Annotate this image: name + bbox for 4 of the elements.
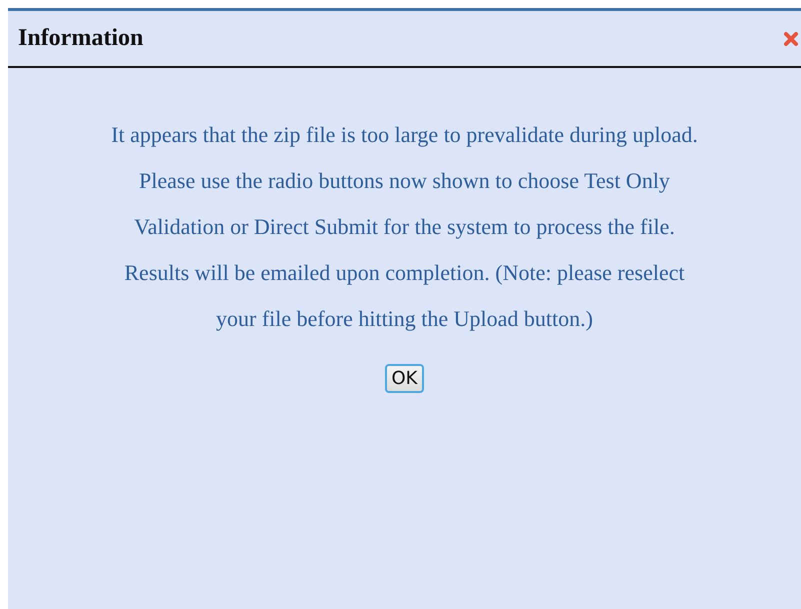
close-icon[interactable]	[783, 30, 799, 46]
dialog-title: Information	[18, 25, 144, 52]
ok-button[interactable]: OK	[384, 364, 424, 393]
message-text: It appears that the zip file is too large to prevalidate during upload. Please use the radio buttons now shown to choose Test Only Validation or Direct Submit for the system to process the file. Results will be emailed upon completion. (Note: please reselect your file before hitting the Upload button.)	[110, 121, 699, 333]
